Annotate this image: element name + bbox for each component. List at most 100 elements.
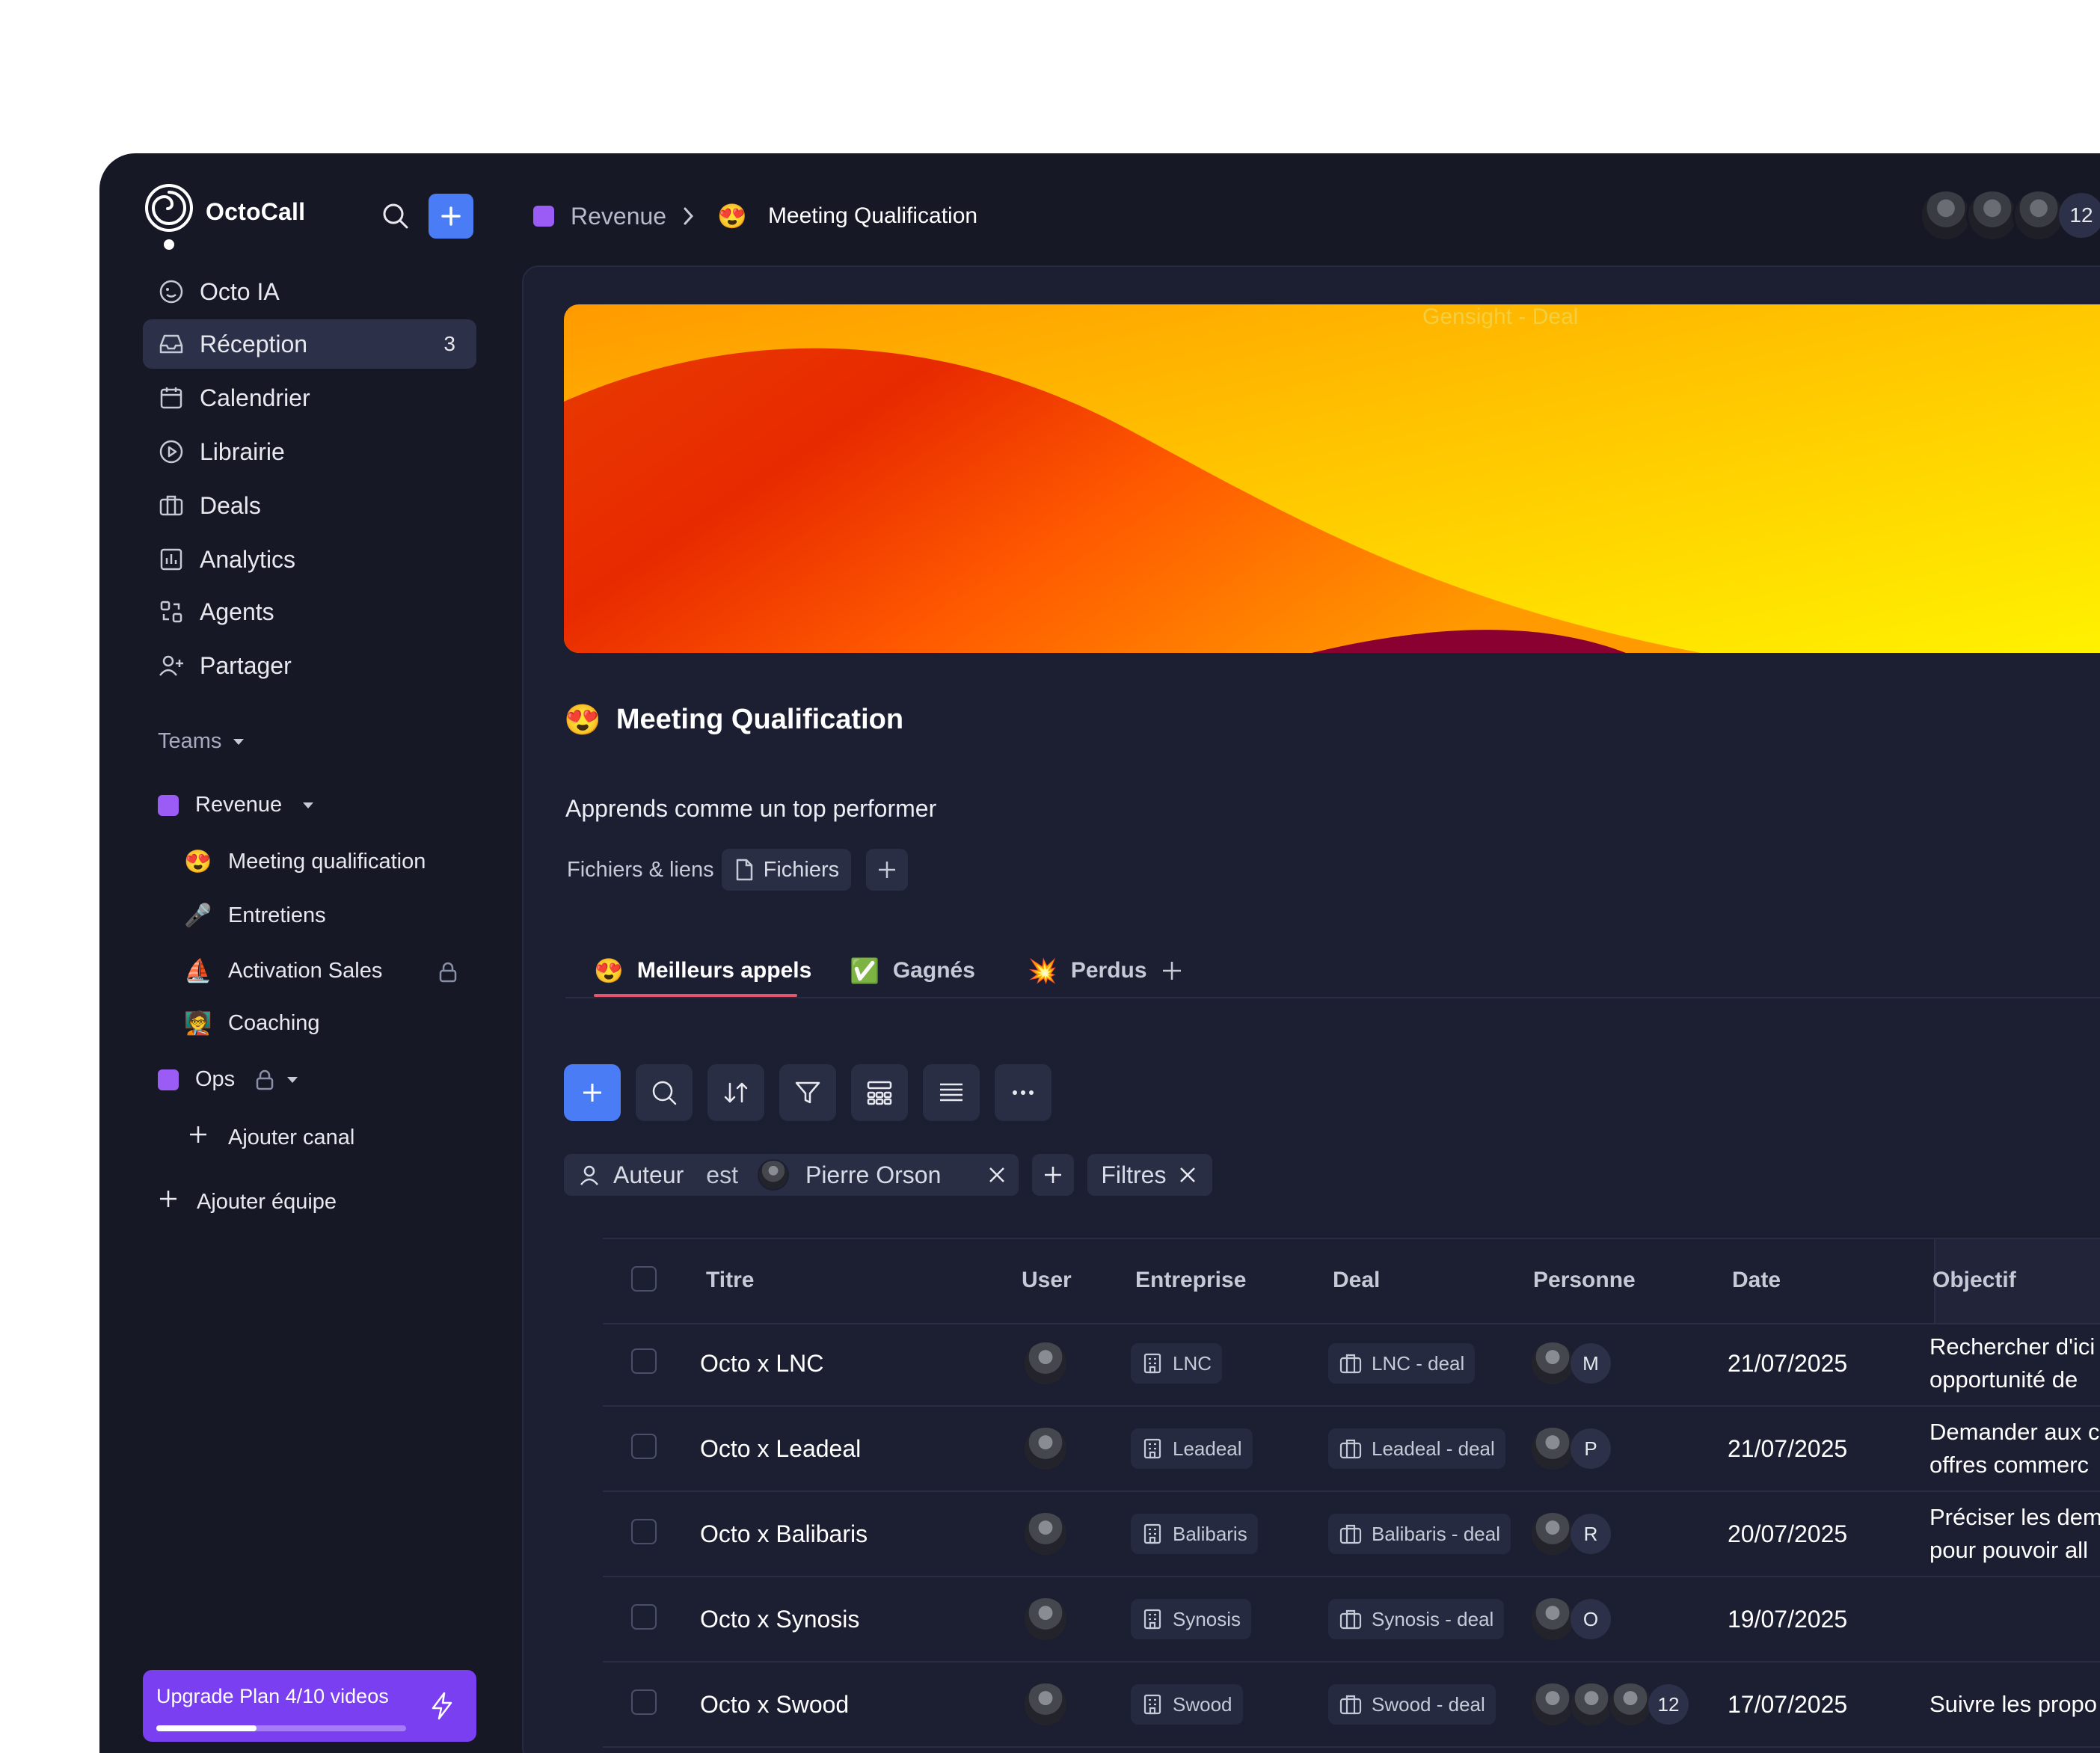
channel-emoji: 🎤 [184, 903, 212, 928]
nav-analytics[interactable]: Analytics [143, 535, 476, 584]
add-file-button[interactable] [866, 849, 909, 891]
close-icon[interactable] [1176, 1164, 1199, 1186]
row-date: 19/07/2025 [1728, 1605, 1848, 1633]
author-filter-chip[interactable]: Auteur est Pierre Orson [564, 1154, 1019, 1196]
column-header-titre[interactable]: Titre [706, 1268, 754, 1293]
more-horizontal-icon [1013, 1090, 1034, 1095]
cover-banner[interactable]: Gensight - Deal [564, 304, 2100, 653]
nav-agents[interactable]: Agents [143, 587, 476, 636]
sort-button[interactable] [707, 1064, 764, 1121]
row-checkbox[interactable] [631, 1689, 657, 1715]
nav-partager[interactable]: Partager [143, 641, 476, 690]
tab-emoji: ✅ [850, 957, 879, 984]
channel-activation-sales[interactable]: ⛵ Activation Sales [183, 958, 382, 984]
tab-meilleurs-appels[interactable]: 😍 Meilleurs appels [594, 946, 811, 995]
table-row[interactable]: Octo x Synosis Synosis Synosis - deal O 19/0… [603, 1577, 2100, 1663]
column-header-user[interactable]: User [1022, 1268, 1072, 1293]
files-chip[interactable]: Fichiers [721, 849, 852, 891]
objective-line: offres commerc [1929, 1452, 2090, 1478]
close-icon[interactable] [986, 1164, 1008, 1186]
objective-cell: Rechercher d'ici opportunité de [1929, 1321, 2095, 1405]
table-row[interactable]: Octo x Leadeal Leadeal Leadeal - deal P 21/0… [603, 1407, 2100, 1492]
main-panel: Gensight - Deal 😍 Meeting Qualification … [522, 265, 2100, 1753]
add-row-button[interactable] [564, 1064, 621, 1121]
deal-chip[interactable]: LNC - deal [1328, 1343, 1476, 1384]
objective-line: Demander aux c [1929, 1419, 2100, 1445]
tab-gagnes[interactable]: ✅ Gagnés [850, 946, 975, 995]
nav-reception[interactable]: Réception 3 [143, 319, 476, 369]
upgrade-plan-button[interactable]: Upgrade Plan 4/10 videos [143, 1670, 476, 1742]
plus-icon [583, 1084, 601, 1102]
banner-label: Gensight - Deal [1422, 304, 1579, 329]
table-row[interactable]: Octo x Balibaris Balibaris Balibaris - dea… [603, 1492, 2100, 1577]
column-header-objectif[interactable]: Objectif [1932, 1268, 2016, 1293]
company-chip[interactable]: Synosis [1131, 1599, 1252, 1639]
team-ops[interactable]: Ops [158, 1067, 299, 1092]
building-icon [1141, 1608, 1164, 1630]
channel-entretiens[interactable]: 🎤 Entretiens [183, 903, 325, 929]
create-button[interactable] [429, 194, 473, 239]
table-row[interactable]: Octo x Swood Swood Swood - deal 12 17/07/202… [603, 1663, 2100, 1748]
add-tab-button[interactable] [1161, 946, 1183, 995]
team-revenue[interactable]: Revenue [158, 793, 315, 817]
nav-deals[interactable]: Deals [143, 481, 476, 530]
deal-label: Synosis - deal [1372, 1607, 1494, 1630]
person-badge: 12 [1648, 1684, 1689, 1725]
avatar [1023, 1341, 1068, 1386]
user-cell [1023, 1663, 1068, 1746]
grid-icon [867, 1081, 892, 1105]
company-chip[interactable]: Leadeal [1131, 1428, 1253, 1469]
page-emoji: 😍 [564, 704, 601, 737]
search-icon [383, 203, 408, 229]
filter-button[interactable] [779, 1064, 836, 1121]
row-checkbox[interactable] [631, 1348, 657, 1374]
company-label: Balibaris [1173, 1522, 1247, 1545]
row-checkbox[interactable] [631, 1434, 657, 1459]
select-all-checkbox[interactable] [631, 1266, 657, 1292]
deal-chip[interactable]: Balibaris - deal [1328, 1514, 1511, 1554]
deal-chip[interactable]: Synosis - deal [1328, 1599, 1505, 1639]
search-table-button[interactable] [636, 1064, 693, 1121]
row-density-button[interactable] [923, 1064, 980, 1121]
add-channel-button[interactable]: Ajouter canal [183, 1124, 354, 1151]
view-tabs: 😍 Meilleurs appels ✅ Gagnés 💥 Perdus [565, 946, 2100, 998]
company-chip[interactable]: LNC [1131, 1343, 1223, 1384]
files-links-row: Fichiers & liens Fichiers [567, 849, 909, 891]
more-options-button[interactable] [995, 1064, 1051, 1121]
company-chip[interactable]: Balibaris [1131, 1514, 1258, 1554]
teams-section-toggle[interactable]: Teams [158, 729, 245, 754]
row-title: Octo x Leadeal [700, 1434, 862, 1462]
breadcrumb-team[interactable]: Revenue [571, 203, 666, 230]
building-icon [1141, 1437, 1164, 1460]
tab-perdus[interactable]: 💥 Perdus [1028, 946, 1147, 995]
column-header-personne[interactable]: Personne [1533, 1268, 1636, 1293]
channel-coaching[interactable]: 🧑‍🏫 Coaching [183, 1010, 319, 1037]
deal-chip[interactable]: Leadeal - deal [1328, 1428, 1505, 1469]
table-row[interactable]: Octo x LNC LNC LNC - deal M 21/07/2025 Recher… [603, 1321, 2100, 1407]
cover-image [564, 304, 2100, 653]
group-button[interactable] [851, 1064, 908, 1121]
channel-emoji: 😍 [184, 850, 212, 874]
deal-cell: Synosis - deal [1328, 1577, 1505, 1661]
channel-meeting-qualification[interactable]: 😍 Meeting qualification [183, 849, 426, 875]
nav-calendrier[interactable]: Calendrier [143, 373, 476, 423]
filters-chip[interactable]: Filtres [1087, 1154, 1213, 1196]
members-avatars[interactable]: 12 [1920, 189, 2100, 242]
nav-label: Calendrier [200, 384, 310, 411]
nav-librairie[interactable]: Librairie [143, 427, 476, 476]
row-title: Octo x Balibaris [700, 1520, 868, 1547]
row-checkbox[interactable] [631, 1519, 657, 1544]
objective-cell: Préciser les dem pour pouvoir all [1929, 1492, 2100, 1576]
objective-line: Préciser les dem [1929, 1504, 2100, 1530]
add-team-button[interactable]: Ajouter équipe [158, 1188, 337, 1215]
column-header-entreprise[interactable]: Entreprise [1135, 1268, 1246, 1293]
upgrade-plan-label: Upgrade Plan 4/10 videos [156, 1685, 389, 1707]
column-header-date[interactable]: Date [1732, 1268, 1781, 1293]
add-filter-button[interactable] [1032, 1154, 1075, 1196]
column-header-deal[interactable]: Deal [1333, 1268, 1380, 1293]
search-button[interactable] [379, 200, 412, 233]
company-chip[interactable]: Swood [1131, 1684, 1243, 1725]
nav-octo-ia[interactable]: Octo IA [143, 267, 476, 316]
row-checkbox[interactable] [631, 1604, 657, 1630]
deal-chip[interactable]: Swood - deal [1328, 1684, 1496, 1725]
